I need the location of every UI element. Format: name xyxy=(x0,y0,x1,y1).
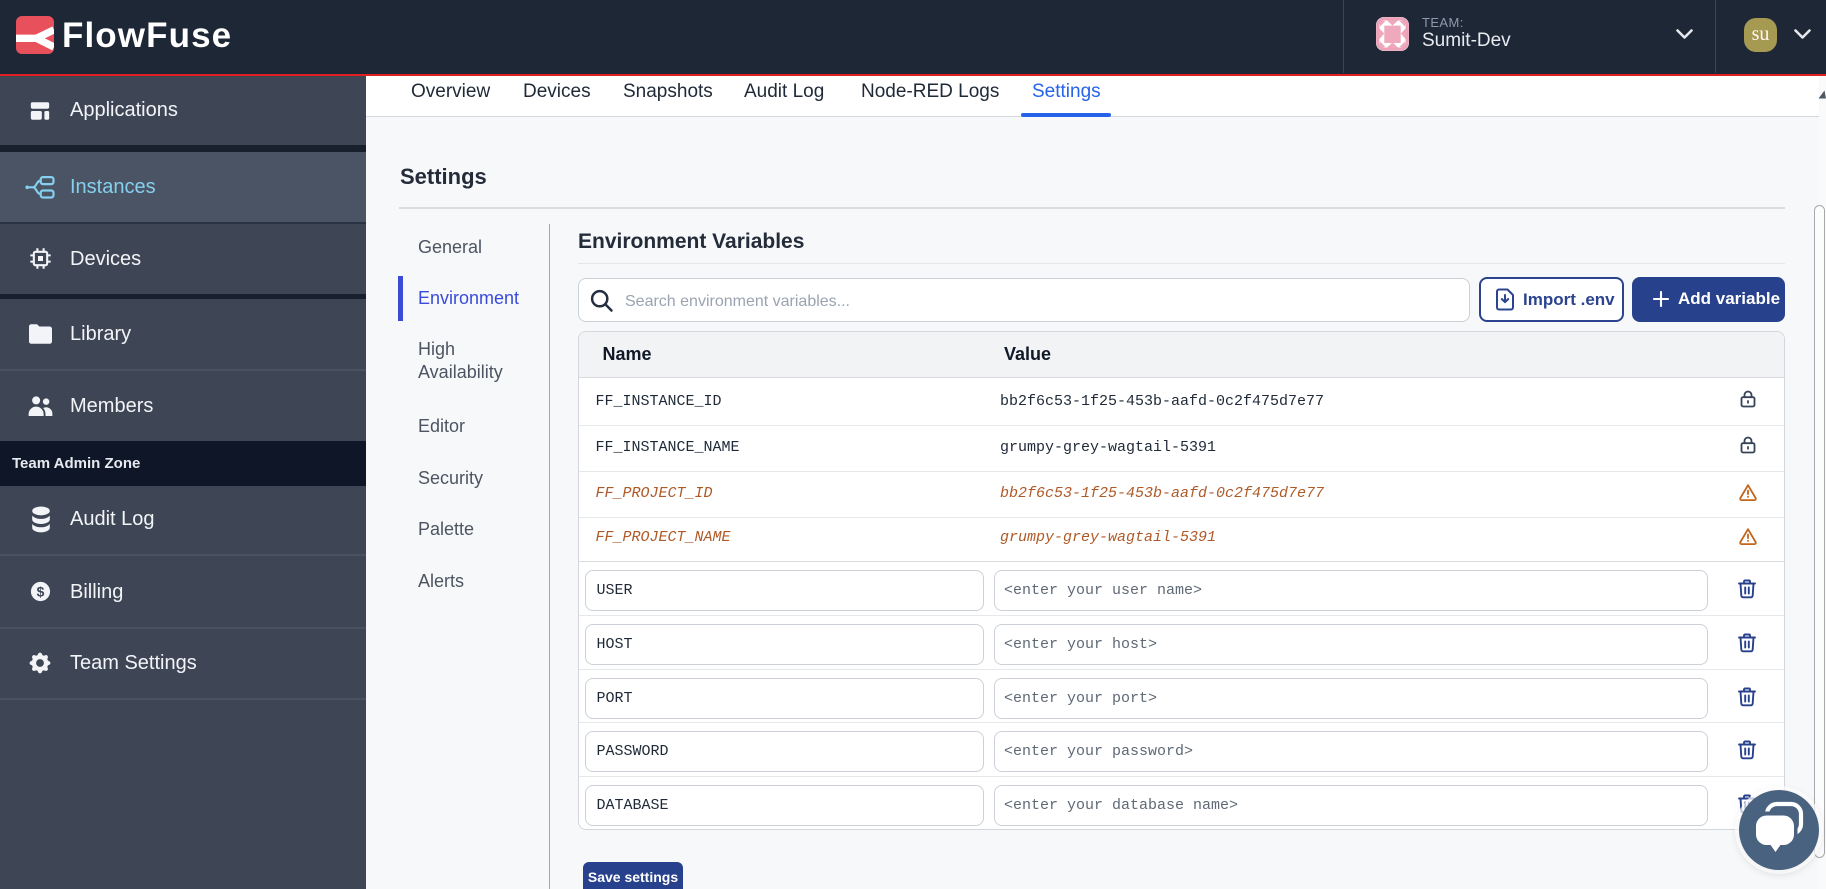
svg-text:$: $ xyxy=(37,583,45,599)
